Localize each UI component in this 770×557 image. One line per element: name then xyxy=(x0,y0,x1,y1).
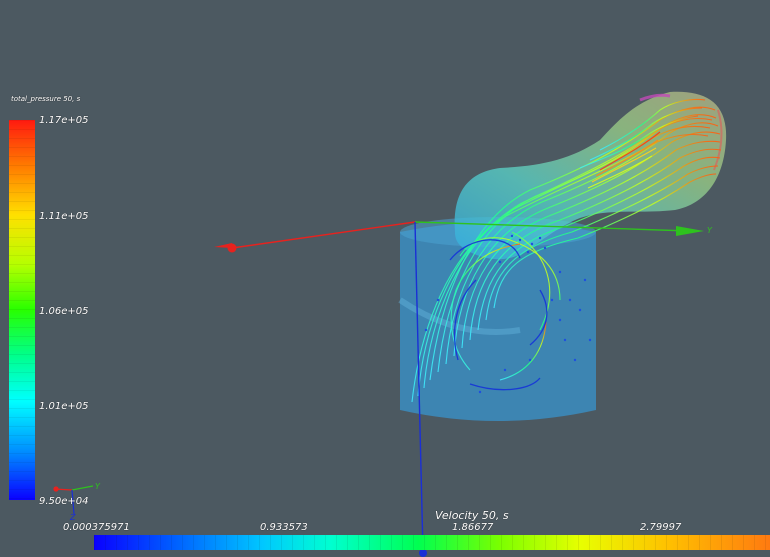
triad-z-label: Z xyxy=(69,513,76,522)
pressure-tick-2: 1.11e+05 xyxy=(39,211,89,222)
pressure-tick-3: 1.06e+05 xyxy=(39,306,89,317)
triad-y-label: Y xyxy=(95,482,101,491)
pressure-tick-5: 9.50e+04 xyxy=(39,496,89,507)
velocity-legend-title: Velocity 50, s xyxy=(435,509,509,522)
z-axis-tip xyxy=(419,549,427,557)
y-axis-arrow xyxy=(676,226,704,236)
pressure-color-bar xyxy=(9,120,35,500)
velocity-tick-3: 1.86677 xyxy=(452,522,494,533)
velocity-tick-1: 0.000375971 xyxy=(63,522,130,533)
render-viewport[interactable]: Y Y Z total_pressure 50, s 1.17e+05 1.11… xyxy=(0,0,770,557)
scene-y-axis-label: Y xyxy=(707,226,713,235)
x-axis-line xyxy=(231,221,416,249)
velocity-tick-4: 2.79997 xyxy=(640,522,682,533)
pressure-legend-title: total_pressure 50, s xyxy=(11,95,81,103)
scene-3d[interactable]: Y Y Z xyxy=(0,0,770,557)
x-axis-tip xyxy=(227,243,237,253)
velocity-tick-2: 0.933573 xyxy=(260,522,308,533)
velocity-color-bar xyxy=(94,535,770,550)
pressure-tick-4: 1.01e+05 xyxy=(39,401,89,412)
pressure-tick-1: 1.17e+05 xyxy=(39,115,89,126)
